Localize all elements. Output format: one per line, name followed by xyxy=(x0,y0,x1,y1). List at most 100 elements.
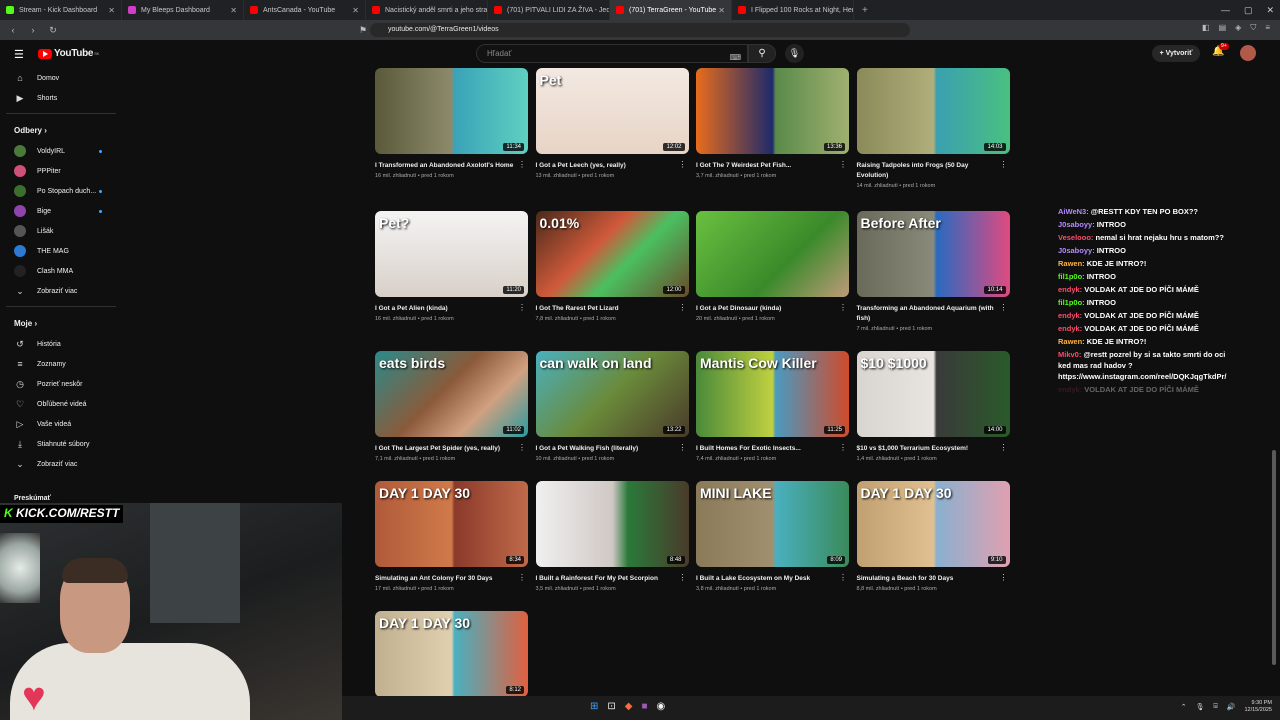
subscription-item[interactable]: THE MAG xyxy=(0,241,122,261)
chat-username[interactable]: J0saboyy: xyxy=(1058,220,1095,229)
menu-icon[interactable]: ≡ xyxy=(1265,23,1270,33)
video-thumbnail[interactable]: 13:36 xyxy=(696,68,849,154)
video-thumbnail[interactable]: DAY 1 DAY 30 8:12 xyxy=(375,611,528,697)
subscription-item[interactable]: Lišák xyxy=(0,221,122,241)
tab-close-icon[interactable]: ✕ xyxy=(352,6,359,15)
video-thumbnail[interactable]: 14:03 xyxy=(856,68,1010,154)
video-card[interactable]: can walk on land 13:22 I Got a Pet Walking… xyxy=(535,351,689,462)
chat-username[interactable]: endyk: xyxy=(1058,311,1082,320)
browser-tab[interactable]: Stream - Kick Dashboard ✕ xyxy=(0,0,122,20)
video-thumbnail[interactable]: 0.01% 12:00 xyxy=(535,211,689,297)
video-title[interactable]: I Got a Pet Walking Fish (literally) xyxy=(536,444,689,454)
video-card[interactable]: 13:36 I Got The 7 Weirdest Pet Fish... ⋮ 3,… xyxy=(696,68,849,179)
extension-icon[interactable]: ◧ xyxy=(1202,23,1210,33)
browser-tab[interactable]: My Bleeps Dashboard ✕ xyxy=(122,0,244,20)
browser-tab[interactable]: I Flipped 100 Rocks at Night, Here's W✕ xyxy=(732,0,854,20)
mic-tray-icon[interactable]: 🎙 xyxy=(1196,703,1205,711)
video-card[interactable]: eats birds 11:02 I Got The Largest Pet Spi… xyxy=(375,351,528,462)
tray-chevron-icon[interactable]: ⌃ xyxy=(1181,703,1187,711)
video-card[interactable]: MINI LAKE 8:09 I Built a Lake Ecosystem on… xyxy=(696,481,849,592)
video-card[interactable]: $10 $1000 14:00 $10 vs $1,000 Terrarium Ec… xyxy=(856,351,1010,462)
video-thumbnail[interactable]: can walk on land 13:22 xyxy=(535,351,689,437)
video-card[interactable]: I Got a Pet Dinosaur (kinda) ⋮ 20 mil. zhl… xyxy=(696,211,849,322)
video-thumbnail[interactable]: Pet 12:02 xyxy=(535,68,689,154)
video-card[interactable]: Pet? 11:20 I Got a Pet Alien (kinda) ⋮ 16 mi… xyxy=(375,211,528,322)
search-input[interactable]: Hľadať ⌨ xyxy=(476,44,748,63)
network-icon[interactable]: ⌸ xyxy=(1214,703,1218,711)
obs-icon[interactable]: ◉ xyxy=(657,701,666,712)
voice-search-button[interactable]: 🎙 xyxy=(785,44,804,63)
video-thumbnail[interactable]: Pet? 11:20 xyxy=(375,211,528,297)
subscription-item[interactable]: VoldyIRL xyxy=(0,141,122,161)
subscription-item[interactable]: Po Stopach duch... xyxy=(0,181,122,201)
more-options-icon[interactable]: ⋮ xyxy=(839,573,847,582)
hamburger-icon[interactable]: ☰ xyxy=(14,48,24,61)
browser-tab[interactable]: (701) PITVALI LIDI ZA ŽIVA - Jednotk✕ xyxy=(488,0,610,20)
subscriptions-heading[interactable]: Odbery › xyxy=(0,119,122,141)
more-options-icon[interactable]: ⋮ xyxy=(518,573,526,582)
video-title[interactable]: I Built Homes For Exotic Insects... xyxy=(696,444,849,454)
subscription-item[interactable]: Bige xyxy=(0,201,122,221)
video-title[interactable]: I Got a Pet Alien (kinda) xyxy=(375,304,528,314)
keyboard-icon[interactable]: ⌨ xyxy=(729,49,741,66)
video-thumbnail[interactable]: 11:34 xyxy=(375,68,528,154)
video-card[interactable]: 11:34 I Transformed an Abandoned Axolotl'… xyxy=(375,68,528,179)
close-window-icon[interactable]: ✕ xyxy=(1266,5,1274,16)
video-card[interactable]: DAY 1 DAY 30 9:10 Simulating a Beach for 3… xyxy=(856,481,1010,592)
sidebar-item[interactable]: ⌂ Domov xyxy=(0,68,122,88)
tab-close-icon[interactable]: ✕ xyxy=(108,6,115,15)
search-button[interactable]: ⚲ xyxy=(748,44,776,63)
subs-show-more[interactable]: ⌄ Zobraziť viac xyxy=(0,281,122,301)
subscription-item[interactable]: Clash MMA xyxy=(0,261,122,281)
brave-browser-icon[interactable]: ◆ xyxy=(625,701,633,712)
tab-close-icon[interactable]: ✕ xyxy=(718,6,725,15)
video-title[interactable]: I Built a Lake Ecosystem on My Desk xyxy=(696,574,849,584)
more-options-icon[interactable]: ⋮ xyxy=(1000,160,1008,169)
sidebar-item[interactable]: ⤓ Stiahnuté súbory xyxy=(0,434,122,454)
video-thumbnail[interactable]: Before After 10:14 xyxy=(856,211,1010,297)
create-button[interactable]: + Vytvoriť xyxy=(1152,45,1200,62)
sidebar-item[interactable]: ⌄ Zobraziť viac xyxy=(0,454,122,474)
video-thumbnail[interactable]: DAY 1 DAY 30 8:34 xyxy=(375,481,528,567)
sidebar-item[interactable]: ▶ Shorts xyxy=(0,88,122,108)
video-title[interactable]: I Got The 7 Weirdest Pet Fish... xyxy=(696,161,849,171)
more-options-icon[interactable]: ⋮ xyxy=(518,160,526,169)
video-title[interactable]: $10 vs $1,000 Terrarium Ecosystem! xyxy=(857,444,1010,454)
more-options-icon[interactable]: ⋮ xyxy=(679,303,687,312)
back-icon[interactable]: ‹ xyxy=(6,25,20,35)
chat-username[interactable]: J0saboyy: xyxy=(1058,246,1095,255)
video-title[interactable]: I Got The Largest Pet Spider (yes, reall… xyxy=(375,444,528,454)
video-card[interactable]: DAY 1 DAY 30 8:12 xyxy=(375,611,528,697)
minimize-icon[interactable]: — xyxy=(1221,5,1230,15)
video-title[interactable]: Transforming an Abandoned Aquarium (with… xyxy=(857,304,1010,324)
browser-tab[interactable]: Nacistický anděl smrti a jeho strašlivé✕ xyxy=(366,0,488,20)
sidebar-item[interactable]: ◷ Pozrieť neskôr xyxy=(0,374,122,394)
wallet-icon[interactable]: ◈ xyxy=(1235,23,1241,33)
video-card[interactable]: Mantis Cow Killer 11:25 I Built Homes For … xyxy=(696,351,849,462)
more-options-icon[interactable]: ⋮ xyxy=(518,443,526,452)
app-icon[interactable]: ■ xyxy=(641,701,647,712)
browser-tab[interactable]: AntsCanada - YouTube ✕ xyxy=(244,0,366,20)
tab-close-icon[interactable]: ✕ xyxy=(230,6,237,15)
sidebar-item[interactable]: ↺ História xyxy=(0,334,122,354)
video-card[interactable]: 14:03 Raising Tadpoles into Frogs (50 Day… xyxy=(856,68,1010,189)
chat-username[interactable]: Rawen: xyxy=(1058,259,1085,268)
video-title[interactable]: Raising Tadpoles into Frogs (50 Day Evol… xyxy=(857,161,1010,181)
chat-username[interactable]: fil1p0o: xyxy=(1058,298,1085,307)
bookmark-icon[interactable]: ⚑ xyxy=(356,25,370,36)
you-heading[interactable]: Moje › xyxy=(0,312,122,334)
maximize-icon[interactable]: ▢ xyxy=(1244,5,1253,16)
video-card[interactable]: 8:48 I Built a Rainforest For My Pet Scor… xyxy=(535,481,689,592)
video-card[interactable]: Before After 10:14 Transforming an Abandon… xyxy=(856,211,1010,332)
video-title[interactable]: I Transformed an Abandoned Axolotl's Hom… xyxy=(375,161,528,171)
more-options-icon[interactable]: ⋮ xyxy=(839,160,847,169)
subscription-item[interactable]: PPPiter xyxy=(0,161,122,181)
clock[interactable]: 9:30 PM 12/15/2025 xyxy=(1244,700,1272,714)
new-tab-icon[interactable]: + xyxy=(862,5,868,16)
chat-username[interactable]: Rawen: xyxy=(1058,337,1085,346)
more-options-icon[interactable]: ⋮ xyxy=(839,443,847,452)
url-field[interactable]: youtube.com/@TerraGreen1/videos xyxy=(370,23,910,37)
video-thumbnail[interactable]: Mantis Cow Killer 11:25 xyxy=(696,351,849,437)
page-scrollbar[interactable] xyxy=(1272,450,1276,665)
avatar[interactable] xyxy=(1240,45,1256,61)
